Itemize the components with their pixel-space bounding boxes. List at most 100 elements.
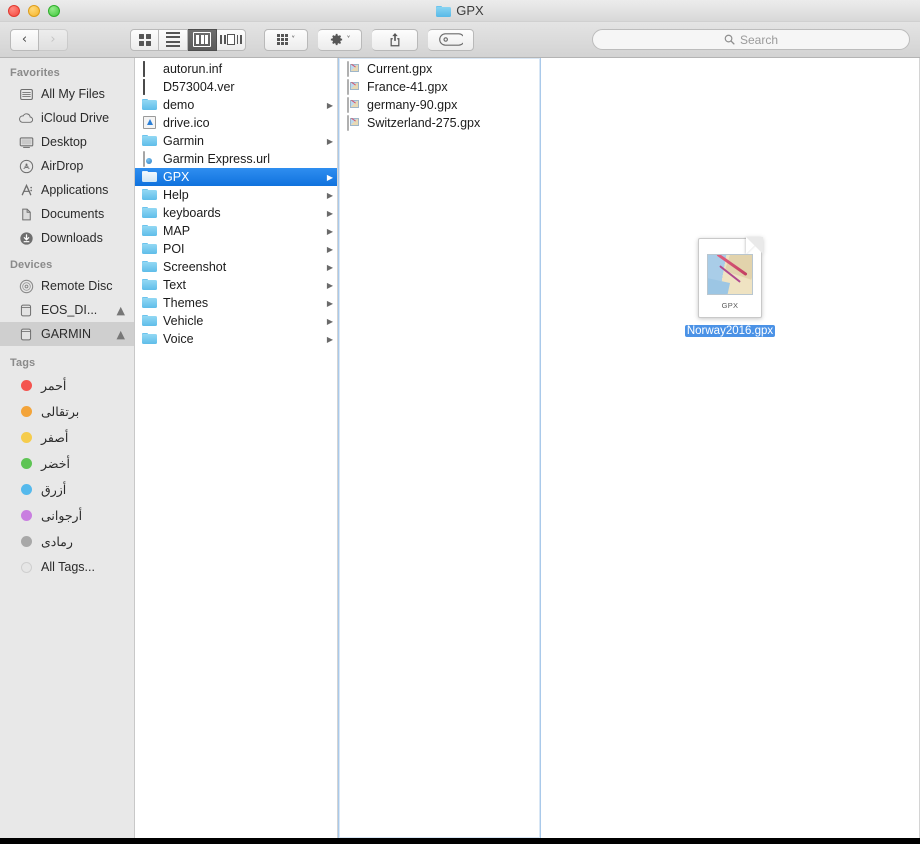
all-my-files-icon: [18, 86, 34, 102]
column-root[interactable]: autorun.inf D573004.ver demo ▶ drive.ico …: [135, 58, 338, 838]
search-field[interactable]: Search: [592, 29, 910, 50]
window-title-text: GPX: [456, 3, 484, 18]
tag-dot-icon: [18, 559, 34, 575]
gpx-file-icon: [346, 60, 361, 77]
window-title: GPX: [0, 3, 920, 18]
sidebar: Favorites All My Files iCloud Drive Desk…: [0, 58, 135, 838]
file-name: Help: [163, 188, 189, 202]
file-name: Themes: [163, 296, 209, 310]
tag-icon: [438, 33, 463, 46]
list-item[interactable]: autorun.inf: [135, 60, 337, 78]
list-item[interactable]: Screenshot ▶: [135, 258, 337, 276]
finder-window: GPX ‹ › ˅ ˅ Search Favorites All My File…: [0, 0, 920, 838]
disclosure-arrow-icon: ▶: [326, 316, 333, 326]
edit-tags-button[interactable]: [428, 28, 474, 51]
sidebar-tag-yellow[interactable]: أصفر: [0, 424, 134, 450]
action-button[interactable]: ˅: [318, 28, 362, 51]
list-item[interactable]: D573004.ver: [135, 78, 337, 96]
forward-button[interactable]: ›: [39, 28, 68, 51]
share-button[interactable]: [372, 28, 418, 51]
list-view-button[interactable]: [159, 28, 188, 51]
sidebar-item-label: GARMIN: [41, 327, 91, 341]
sidebar-tag-orange[interactable]: برتقالى: [0, 398, 134, 424]
file-name: demo: [163, 98, 195, 112]
sidebar-all-tags[interactable]: All Tags...: [0, 554, 134, 580]
chevron-right-icon: ›: [50, 32, 56, 47]
list-item[interactable]: Garmin Express.url: [135, 150, 337, 168]
sidebar-item-label: AirDrop: [41, 159, 84, 173]
sidebar-item-garmin[interactable]: GARMIN ▲: [0, 322, 134, 346]
eject-icon[interactable]: ▲: [117, 328, 125, 341]
sidebar-item-downloads[interactable]: Downloads: [0, 226, 134, 250]
list-item[interactable]: drive.ico: [135, 114, 337, 132]
file-name: Screenshot: [163, 260, 227, 274]
list-item[interactable]: demo ▶: [135, 96, 337, 114]
drive-icon: [18, 326, 34, 342]
sidebar-item-documents[interactable]: Documents: [0, 202, 134, 226]
list-item[interactable]: POI ▶: [135, 240, 337, 258]
disclosure-arrow-icon: ▶: [326, 244, 333, 254]
column-gpx[interactable]: Current.gpx France-41.gpx germany-90.gpx…: [338, 58, 541, 838]
sidebar-item-desktop[interactable]: Desktop: [0, 130, 134, 154]
column-view: autorun.inf D573004.ver demo ▶ drive.ico …: [135, 58, 920, 838]
icon-view-button[interactable]: [130, 28, 159, 51]
sidebar-item-icloud-drive[interactable]: iCloud Drive: [0, 106, 134, 130]
gear-icon: [329, 32, 344, 47]
sidebar-item-airdrop[interactable]: AirDrop: [0, 154, 134, 178]
applications-icon: [18, 182, 34, 198]
preview-file-name: Norway2016.gpx: [684, 324, 776, 339]
documents-icon: [18, 206, 34, 222]
file-name: Text: [163, 278, 186, 292]
list-item[interactable]: Text ▶: [135, 276, 337, 294]
navigation-buttons: ‹ ›: [10, 28, 68, 51]
dark-file-icon: [142, 60, 157, 77]
file-name: France-41.gpx: [367, 80, 448, 94]
column-view-button[interactable]: [188, 28, 217, 51]
list-item[interactable]: Switzerland-275.gpx: [339, 114, 540, 132]
sidebar-tag-purple[interactable]: أرجوانى: [0, 502, 134, 528]
coverflow-view-button[interactable]: [217, 28, 246, 51]
tag-dot-icon: [18, 455, 34, 471]
list-item[interactable]: Themes ▶: [135, 294, 337, 312]
sidebar-tag-green[interactable]: أخضر: [0, 450, 134, 476]
chevron-down-icon: ˅: [291, 35, 296, 44]
sidebar-item-applications[interactable]: Applications: [0, 178, 134, 202]
eject-icon[interactable]: ▲: [117, 304, 125, 317]
file-name: GPX: [163, 170, 190, 184]
folder-icon: [142, 242, 157, 257]
list-item[interactable]: Current.gpx: [339, 60, 540, 78]
map-thumbnail: [707, 254, 753, 295]
arrange-icon: [276, 33, 289, 46]
list-item[interactable]: keyboards ▶: [135, 204, 337, 222]
sidebar-tag-blue[interactable]: أزرق: [0, 476, 134, 502]
arrange-button[interactable]: ˅: [264, 28, 308, 51]
tag-dot-icon: [18, 429, 34, 445]
sidebar-item-all-my-files[interactable]: All My Files: [0, 82, 134, 106]
file-name: POI: [163, 242, 185, 256]
file-name: autorun.inf: [163, 62, 223, 76]
all-tags-label: All Tags...: [41, 560, 95, 574]
list-item[interactable]: Vehicle ▶: [135, 312, 337, 330]
list-item[interactable]: MAP ▶: [135, 222, 337, 240]
sidebar-item-remote-disc[interactable]: Remote Disc: [0, 274, 134, 298]
gpx-document-icon: GPX: [698, 237, 763, 318]
sidebar-tag-gray[interactable]: رمادى: [0, 528, 134, 554]
tag-dot-icon: [18, 507, 34, 523]
list-item[interactable]: Help ▶: [135, 186, 337, 204]
sidebar-item-label: EOS_DI...: [41, 303, 98, 317]
list-item-gpx[interactable]: GPX ▶: [135, 168, 337, 186]
file-type-label: GPX: [721, 301, 739, 310]
file-name: Garmin Express.url: [163, 152, 270, 166]
list-item[interactable]: Voice ▶: [135, 330, 337, 348]
list-item[interactable]: France-41.gpx: [339, 78, 540, 96]
list-item[interactable]: germany-90.gpx: [339, 96, 540, 114]
icloud-icon: [18, 110, 34, 126]
file-name: MAP: [163, 224, 191, 238]
preview-column: GPX Norway2016.gpx: [541, 58, 920, 838]
sidebar-tag-red[interactable]: أحمر: [0, 372, 134, 398]
tag-label: أرجوانى: [41, 508, 83, 523]
sidebar-section-header-favorites: Favorites: [10, 67, 60, 79]
sidebar-item-eos-di[interactable]: EOS_DI... ▲: [0, 298, 134, 322]
back-button[interactable]: ‹: [10, 28, 39, 51]
list-item[interactable]: Garmin ▶: [135, 132, 337, 150]
